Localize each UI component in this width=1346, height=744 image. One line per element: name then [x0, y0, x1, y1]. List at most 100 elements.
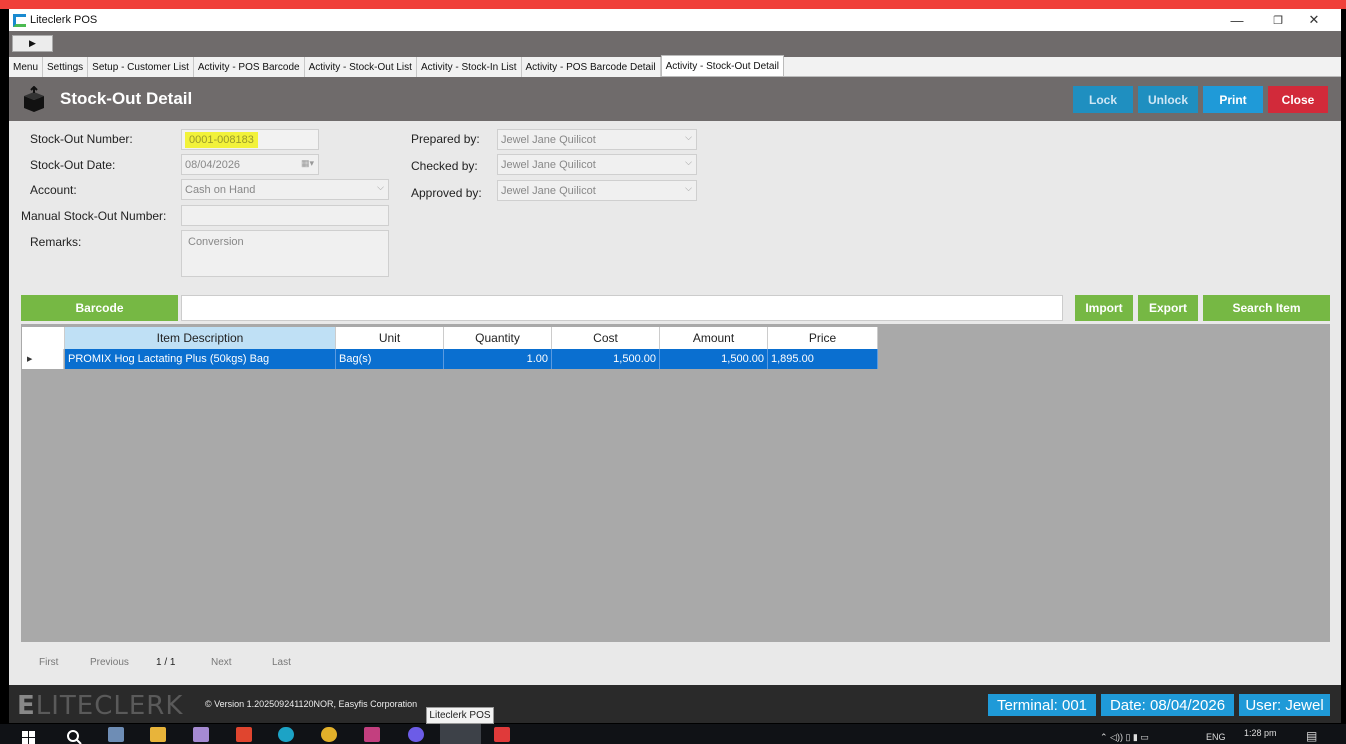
date-badge: Date: 08/04/2026 — [1101, 694, 1234, 716]
language-indicator[interactable]: ENG — [1206, 732, 1226, 742]
search-item-button[interactable]: Search Item — [1203, 295, 1330, 321]
window-title: Liteclerk POS — [30, 14, 98, 26]
edge-icon[interactable] — [278, 727, 294, 742]
cell-item-description[interactable]: PROMIX Hog Lactating Plus (50kgs) Bag — [65, 349, 336, 369]
mail-icon[interactable] — [236, 727, 252, 742]
messenger-icon[interactable] — [408, 727, 424, 742]
manual-number-label: Manual Stock-Out Number: — [21, 209, 167, 223]
checked-by-value: Jewel Jane Quilicot — [501, 158, 596, 171]
page-title: Stock-Out Detail — [60, 89, 193, 108]
calendar-icon[interactable]: ▦▾ — [301, 158, 314, 169]
pager: First Previous 1 / 1 Next Last — [9, 654, 509, 674]
anydesk-icon[interactable] — [494, 727, 510, 742]
tab-settings[interactable]: Settings — [43, 57, 89, 77]
close-window-button[interactable]: ✕ — [1296, 9, 1332, 31]
stockout-date-field[interactable]: 08/04/2026 ▦▾ — [181, 154, 319, 175]
account-select[interactable]: Cash on Hand ⌵ — [181, 179, 389, 200]
items-grid[interactable]: Item Description Unit Quantity Cost Amou… — [21, 324, 1330, 642]
adobe-icon[interactable] — [364, 727, 380, 742]
next-page-button[interactable]: Next — [211, 657, 232, 668]
prepared-by-select[interactable]: Jewel Jane Quilicot ⌵ — [497, 129, 697, 150]
clock-time[interactable]: 1:28 pm — [1244, 728, 1277, 738]
taskbar: ⌃ ◁)) ▯ ▮ ▭ ENG 1:28 pm ▤ — [0, 724, 1346, 744]
row-selector-icon[interactable]: ▶ — [22, 349, 64, 369]
play-button[interactable]: ▶ — [12, 35, 53, 52]
print-button[interactable]: Print — [1203, 86, 1263, 113]
version-text: © Version 1.202509241120NOR, Easyfis Cor… — [205, 699, 418, 709]
export-button[interactable]: Export — [1138, 295, 1198, 321]
cell-amount[interactable]: 1,500.00 — [660, 349, 768, 369]
user-badge: User: Jewel — [1239, 694, 1330, 716]
row-header-corner — [22, 327, 65, 349]
approved-by-label: Approved by: — [411, 186, 482, 200]
box-icon — [24, 86, 44, 112]
barcode-button[interactable]: Barcode — [21, 295, 178, 321]
page-header: Stock-Out Detail Lock Unlock Print Close — [9, 77, 1341, 121]
tab-activity-stock-out-detail[interactable]: Activity - Stock-Out Detail — [660, 55, 784, 76]
tab-activity-stock-out-list[interactable]: Activity - Stock-Out List — [304, 57, 417, 77]
notification-icon[interactable]: ▤ — [1306, 729, 1317, 743]
tray-icons[interactable]: ⌃ ◁)) ▯ ▮ ▭ — [1100, 732, 1149, 743]
checked-by-label: Checked by: — [411, 159, 478, 173]
remarks-label: Remarks: — [30, 235, 82, 249]
maximize-button[interactable]: ❐ — [1260, 9, 1296, 31]
screen: Liteclerk POS — ❐ ✕ ▶ Menu Settings Setu… — [0, 0, 1346, 744]
liteclerk-app-icon — [13, 13, 26, 27]
barcode-input[interactable] — [181, 295, 1063, 321]
lock-button[interactable]: Lock — [1073, 86, 1133, 113]
stockout-date-value: 08/04/2026 — [185, 158, 241, 171]
cell-price[interactable]: 1,895.00 — [768, 349, 878, 369]
stockout-date-label: Stock-Out Date: — [30, 158, 116, 172]
search-icon[interactable] — [66, 729, 82, 744]
checked-by-select[interactable]: Jewel Jane Quilicot ⌵ — [497, 154, 697, 175]
remarks-value: Conversion — [188, 236, 244, 248]
tab-activity-pos-barcode[interactable]: Activity - POS Barcode — [193, 57, 305, 77]
page-indicator: 1 / 1 — [156, 657, 176, 668]
last-page-button[interactable]: Last — [272, 657, 291, 668]
column-header-item-description[interactable]: Item Description — [65, 327, 336, 349]
prepared-by-label: Prepared by: — [411, 132, 480, 146]
column-header-unit[interactable]: Unit — [336, 327, 444, 349]
barcode-bar: Barcode Import Export Search Item — [21, 292, 1330, 324]
chevron-down-icon: ⌵ — [685, 132, 692, 142]
column-header-quantity[interactable]: Quantity — [444, 327, 552, 349]
cell-cost[interactable]: 1,500.00 — [552, 349, 660, 369]
prepared-by-value: Jewel Jane Quilicot — [501, 133, 596, 146]
status-footer: ELITECLERK © Version 1.202509241120NOR, … — [9, 685, 1341, 723]
terminal-badge: Terminal: 001 — [988, 694, 1096, 716]
tab-activity-stock-in-list[interactable]: Activity - Stock-In List — [416, 57, 522, 77]
stockout-number-field[interactable]: 0001-008183 — [181, 129, 319, 150]
account-value: Cash on Hand — [185, 183, 256, 196]
column-header-amount[interactable]: Amount — [660, 327, 768, 349]
tab-menu[interactable]: Menu — [9, 57, 44, 77]
cell-unit[interactable]: Bag(s) — [336, 349, 444, 369]
app-icon[interactable] — [193, 727, 209, 742]
title-bar: Liteclerk POS — ❐ ✕ — [9, 9, 1341, 31]
column-header-cost[interactable]: Cost — [552, 327, 660, 349]
manual-number-field[interactable] — [181, 205, 389, 226]
taskbar-tooltip: Liteclerk POS — [426, 707, 494, 724]
chrome-icon[interactable] — [321, 727, 337, 742]
chevron-down-icon: ⌵ — [377, 182, 384, 192]
liteclerk-logo: ELITECLERK — [17, 691, 184, 721]
import-button[interactable]: Import — [1075, 295, 1133, 321]
column-header-price[interactable]: Price — [768, 327, 878, 349]
tab-setup-customer-list[interactable]: Setup - Customer List — [88, 57, 194, 77]
file-icon[interactable] — [108, 727, 124, 742]
folder-icon[interactable] — [150, 727, 166, 742]
tab-activity-pos-barcode-detail[interactable]: Activity - POS Barcode Detail — [521, 57, 661, 77]
liteclerk-taskbar-button[interactable] — [440, 724, 481, 744]
remarks-field[interactable]: Conversion — [181, 230, 389, 277]
previous-page-button[interactable]: Previous — [90, 657, 129, 668]
unlock-button[interactable]: Unlock — [1138, 86, 1198, 113]
approved-by-value: Jewel Jane Quilicot — [501, 184, 596, 197]
top-red-bar — [0, 0, 1346, 9]
close-button[interactable]: Close — [1268, 86, 1328, 113]
cell-quantity[interactable]: 1.00 — [444, 349, 552, 369]
tab-strip: Menu Settings Setup - Customer List Acti… — [9, 55, 1341, 77]
windows-start-icon[interactable] — [22, 731, 36, 744]
first-page-button[interactable]: First — [39, 657, 58, 668]
account-label: Account: — [30, 183, 77, 197]
minimize-button[interactable]: — — [1219, 9, 1255, 31]
approved-by-select[interactable]: Jewel Jane Quilicot ⌵ — [497, 180, 697, 201]
